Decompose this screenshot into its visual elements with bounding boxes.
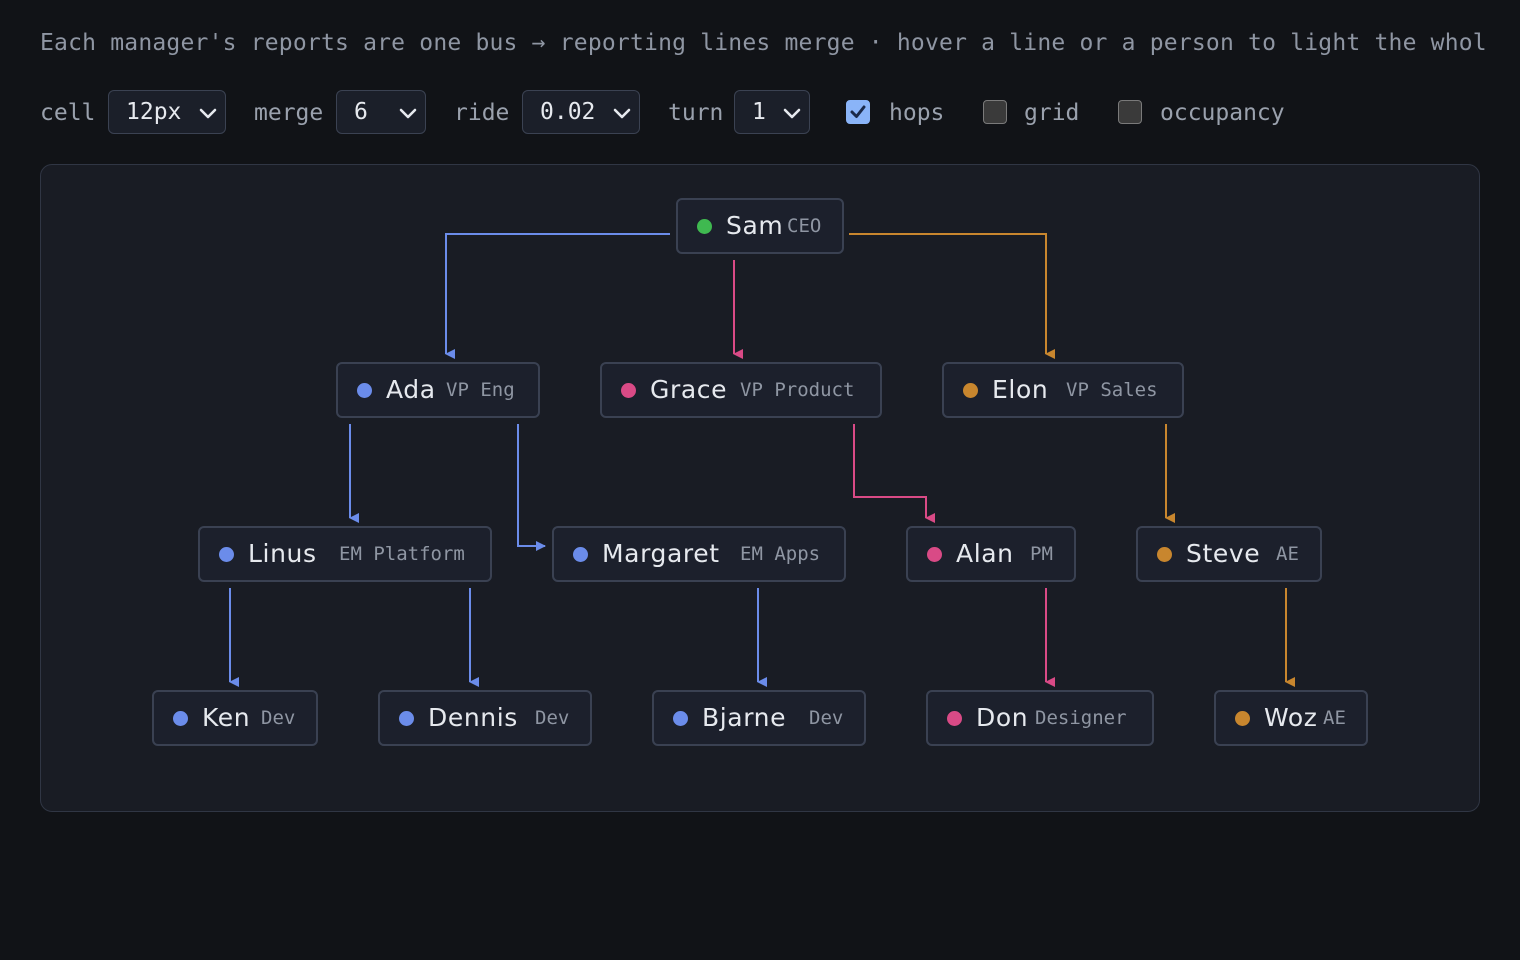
person-node-alan[interactable]: Alan PM — [906, 526, 1076, 582]
ride-select[interactable]: 0.02 — [522, 90, 640, 134]
person-node-ken[interactable]: Ken Dev — [152, 690, 318, 746]
person-node-dennis[interactable]: Dennis Dev — [378, 690, 592, 746]
ride-value: 0.02 — [540, 99, 596, 125]
person-name: Ken — [202, 703, 251, 732]
occupancy-label: occupancy — [1160, 100, 1285, 126]
person-role: AE — [1323, 707, 1346, 729]
team-dot — [1235, 711, 1250, 726]
person-role: Dev — [809, 707, 844, 729]
person-name: Bjarne — [702, 703, 787, 732]
person-name: Linus — [248, 539, 317, 568]
turn-select[interactable]: 1 — [734, 90, 810, 134]
team-dot — [219, 547, 234, 562]
person-name: Sam — [726, 211, 784, 240]
cell-select[interactable]: 12px — [108, 90, 226, 134]
person-node-steve[interactable]: Steve AE — [1136, 526, 1322, 582]
person-name: Don — [976, 703, 1029, 732]
person-role: Dev — [535, 707, 570, 729]
person-node-ada[interactable]: Ada VP Eng — [336, 362, 540, 418]
person-node-bjarne[interactable]: Bjarne Dev — [652, 690, 866, 746]
person-role: PM — [1030, 543, 1053, 565]
person-role: EM Platform — [339, 543, 465, 565]
chevron-down-icon — [399, 108, 417, 119]
team-dot — [673, 711, 688, 726]
person-role: AE — [1276, 543, 1299, 565]
person-role: VP Product — [740, 379, 855, 401]
chevron-down-icon — [783, 108, 801, 119]
person-role: CEO — [787, 215, 822, 237]
person-name: Dennis — [428, 703, 518, 732]
occupancy-checkbox[interactable] — [1118, 100, 1142, 124]
ride-label: ride — [454, 100, 510, 126]
person-name: Steve — [1186, 539, 1261, 568]
person-name: Elon — [992, 375, 1049, 404]
person-name: Woz — [1264, 703, 1318, 732]
team-dot — [357, 383, 372, 398]
checkmark-icon — [850, 105, 866, 118]
person-role: Dev — [261, 707, 296, 729]
cell-label: cell — [40, 100, 96, 126]
person-role: VP Sales — [1066, 379, 1158, 401]
grid-checkbox[interactable] — [983, 100, 1007, 124]
person-node-elon[interactable]: Elon VP Sales — [942, 362, 1184, 418]
person-name: Ada — [386, 375, 436, 404]
turn-label: turn — [668, 100, 724, 126]
team-dot — [573, 547, 588, 562]
person-name: Margaret — [602, 539, 720, 568]
chevron-down-icon — [613, 108, 631, 119]
hops-label: hops — [889, 100, 945, 126]
team-dot — [173, 711, 188, 726]
instructions-text: Each manager's reports are one bus → rep… — [40, 30, 1487, 56]
team-dot — [963, 383, 978, 398]
person-name: Grace — [650, 375, 728, 404]
person-node-grace[interactable]: Grace VP Product — [600, 362, 882, 418]
team-dot — [697, 219, 712, 234]
team-dot — [399, 711, 414, 726]
person-node-sam[interactable]: Sam CEO — [676, 198, 844, 254]
team-dot — [927, 547, 942, 562]
team-dot — [621, 383, 636, 398]
person-node-linus[interactable]: Linus EM Platform — [198, 526, 492, 582]
hops-checkbox[interactable] — [846, 100, 870, 124]
person-node-woz[interactable]: Woz AE — [1214, 690, 1368, 746]
person-node-don[interactable]: Don Designer — [926, 690, 1154, 746]
person-node-margaret[interactable]: Margaret EM Apps — [552, 526, 846, 582]
person-role: VP Eng — [446, 379, 515, 401]
cell-value: 12px — [126, 99, 182, 125]
person-name: Alan — [956, 539, 1014, 568]
person-role: EM Apps — [740, 543, 821, 565]
merge-value: 6 — [354, 99, 368, 125]
team-dot — [947, 711, 962, 726]
turn-value: 1 — [752, 99, 766, 125]
person-role: Designer — [1035, 707, 1127, 729]
chevron-down-icon — [199, 108, 217, 119]
merge-select[interactable]: 6 — [336, 90, 426, 134]
merge-label: merge — [254, 100, 324, 126]
team-dot — [1157, 547, 1172, 562]
grid-label: grid — [1024, 100, 1080, 126]
